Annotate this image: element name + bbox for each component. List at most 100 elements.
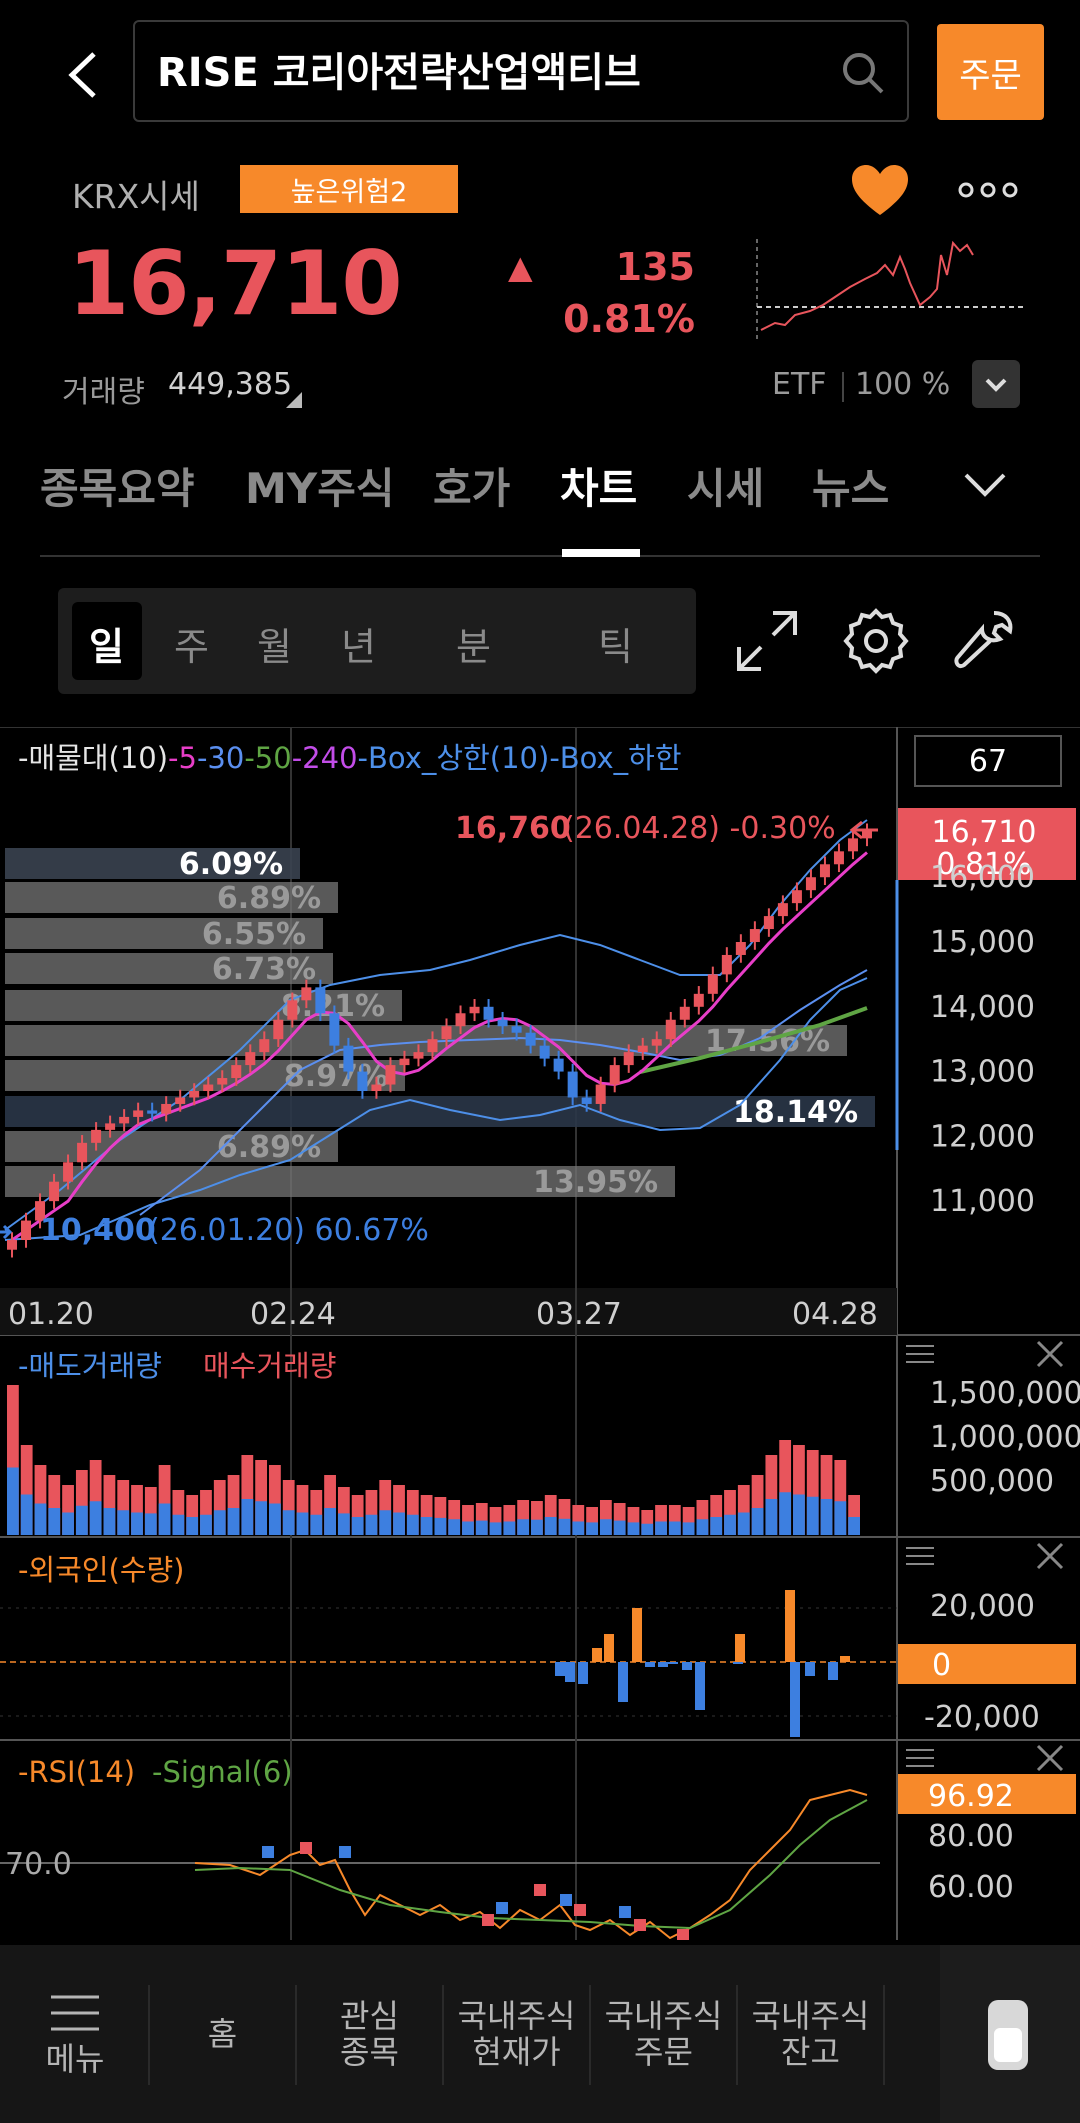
- volume-tick-label: 500,000: [930, 1464, 1054, 1499]
- sell-volume-bar: [655, 1521, 667, 1535]
- foreign-bar: [733, 1662, 743, 1664]
- sell-volume-bar: [420, 1517, 433, 1535]
- tab-quote[interactable]: 시세: [687, 455, 764, 516]
- current-price: 16,710: [68, 232, 403, 335]
- search-box[interactable]: RISE 코리아전략산업액티브: [133, 20, 909, 122]
- bottom-navigation: 메뉴 홈 관심 종목 국내주식 현재가 국내주식 주문 국내주식 잔고: [0, 1945, 1080, 2123]
- panel-menu-icon[interactable]: [906, 1749, 934, 1767]
- more-options-icon[interactable]: [958, 178, 1018, 202]
- nav-home[interactable]: 홈: [150, 1945, 295, 2123]
- sell-volume-bar: [20, 1494, 33, 1535]
- tabs-more-chevron-icon[interactable]: [960, 465, 1010, 505]
- panel-menu-icon[interactable]: [906, 1345, 934, 1363]
- volume-profile-label: 6.55%: [202, 917, 306, 952]
- legend-item: -Box_하한: [549, 741, 681, 775]
- foreign-tick-neg: -20,000: [924, 1700, 1040, 1735]
- panel-close-icon[interactable]: [1036, 1340, 1064, 1368]
- candle-body: [721, 954, 732, 975]
- back-button[interactable]: [50, 40, 120, 110]
- sell-volume-bar: [434, 1517, 447, 1535]
- price-tick-label: 16,000: [930, 860, 1035, 895]
- change-amount: 135: [615, 245, 695, 289]
- signal-legend: -Signal(6): [152, 1755, 293, 1789]
- favorite-heart-icon[interactable]: [850, 163, 910, 219]
- sell-volume-bar: [710, 1517, 723, 1535]
- rsi-marker: [574, 1904, 586, 1916]
- nav-handle-icon: [988, 2000, 1028, 2070]
- nav-domestic-balance[interactable]: 국내주식 잔고: [738, 1945, 883, 2123]
- foreign-zero-tag: [898, 1644, 1076, 1684]
- period-week[interactable]: 주: [174, 616, 209, 671]
- tab-orderbook[interactable]: 호가: [433, 455, 510, 516]
- candle-body: [7, 1240, 17, 1250]
- settings-gear-icon[interactable]: [842, 607, 910, 675]
- search-icon[interactable]: [840, 50, 886, 96]
- period-tick[interactable]: 틱: [598, 616, 633, 671]
- rsi-tick-80: 80.00: [928, 1819, 1014, 1854]
- foreign-bar: [618, 1662, 628, 1702]
- date-tick-label: 01.20: [8, 1297, 94, 1332]
- sell-volume-bar: [337, 1513, 350, 1535]
- candle-body: [273, 1019, 284, 1040]
- risk-badge: 높은위험2: [240, 165, 458, 213]
- sell-volume-bar: [820, 1499, 833, 1535]
- nav-watchlist[interactable]: 관심 종목: [297, 1945, 442, 2123]
- candle-body: [847, 838, 858, 852]
- rsi-marker: [560, 1894, 572, 1906]
- stock-title: RISE 코리아전략산업액티브: [157, 50, 641, 96]
- candle-body: [203, 1084, 214, 1092]
- foreign-bar: [805, 1662, 815, 1676]
- tab-chart[interactable]: 차트: [560, 455, 637, 516]
- sell-volume-bar: [255, 1501, 268, 1535]
- stock-chart[interactable]: 67 -매물대(10)-5-30-50-240-Box_상한(10)-Box_하…: [0, 727, 1080, 1940]
- panel-close-icon[interactable]: [1036, 1542, 1064, 1570]
- tab-summary[interactable]: 종목요약: [40, 455, 195, 516]
- chevron-down-icon: [985, 378, 1007, 392]
- mini-price-chart: [756, 239, 1023, 340]
- expand-icon[interactable]: [733, 607, 801, 675]
- candle-body: [553, 1058, 564, 1072]
- panel-menu-icon[interactable]: [906, 1547, 934, 1565]
- sell-volume-bar: [144, 1513, 157, 1535]
- candle-body: [749, 929, 760, 943]
- volume-legend-sell: -매도거래량: [18, 1349, 162, 1383]
- candle-body: [441, 1026, 452, 1040]
- tab-my-stock[interactable]: MY주식: [245, 455, 395, 516]
- sell-volume-bar: [806, 1496, 819, 1535]
- period-year[interactable]: 년: [341, 616, 376, 671]
- rsi-marker: [300, 1842, 312, 1854]
- panel-close-icon[interactable]: [1036, 1744, 1064, 1772]
- candle-body: [455, 1013, 466, 1027]
- nav-menu-label: 메뉴: [45, 2040, 105, 2078]
- nav-scroll-handle[interactable]: [940, 1945, 1080, 2123]
- signal-line: [194, 1799, 868, 1930]
- nav-domestic-price[interactable]: 국내주식 현재가: [444, 1945, 589, 2123]
- nav-menu[interactable]: 메뉴: [20, 1945, 130, 2123]
- volume-bars: [7, 1385, 860, 1535]
- period-month[interactable]: 월: [257, 616, 292, 671]
- volume-value: 449,385: [168, 367, 293, 402]
- wrench-tool-icon[interactable]: [950, 607, 1018, 675]
- tab-news[interactable]: 뉴스: [812, 455, 889, 516]
- expand-quote-button[interactable]: [972, 360, 1020, 408]
- order-button[interactable]: 주문: [937, 24, 1044, 120]
- sell-volume-bar: [586, 1522, 598, 1535]
- sell-volume-bar: [158, 1503, 171, 1535]
- rsi-marker: [534, 1884, 546, 1896]
- candle-body: [609, 1065, 620, 1085]
- candle-body: [497, 1019, 508, 1027]
- rsi-legend: -RSI(14): [18, 1755, 135, 1789]
- period-day[interactable]: 일: [89, 616, 124, 671]
- sell-volume-bar: [751, 1508, 764, 1535]
- candle-body: [777, 903, 788, 917]
- candle-body: [525, 1032, 536, 1046]
- volume-tick-label: 1,000,000: [930, 1420, 1080, 1455]
- high-price-info: (26.04.28) -0.30%: [563, 811, 836, 846]
- candle-body: [427, 1039, 438, 1053]
- nav-domestic-order[interactable]: 국내주식 주문: [591, 1945, 736, 2123]
- candle-body: [91, 1129, 102, 1143]
- sell-volume-bar: [406, 1514, 419, 1535]
- period-minute[interactable]: 분: [456, 616, 491, 671]
- candle-body: [819, 864, 830, 878]
- sell-volume-bar: [296, 1512, 309, 1535]
